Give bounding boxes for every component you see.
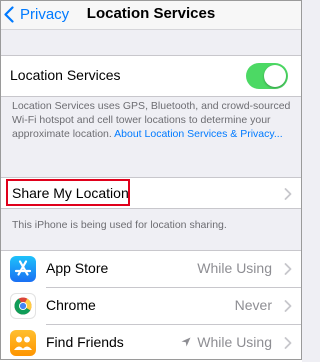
chevron-right-icon — [284, 263, 292, 275]
navigation-bar: Privacy Location Services — [0, 0, 302, 30]
toggle-knob — [264, 65, 286, 87]
app-location-status-text: While Using — [197, 334, 272, 350]
location-services-toggle[interactable] — [246, 63, 288, 89]
page-title: Location Services — [86, 5, 216, 22]
list-item[interactable]: Find Friends While Using — [0, 325, 302, 361]
about-location-services-link[interactable]: About Location Services & Privacy... — [114, 128, 282, 140]
list-item[interactable]: App Store While Using — [0, 251, 302, 287]
chevron-right-icon — [284, 337, 292, 349]
list-item[interactable]: Chrome Never — [0, 288, 302, 324]
app-name: Chrome — [46, 297, 96, 313]
app-location-status: Never — [234, 297, 272, 313]
location-services-group: Location Services — [0, 55, 302, 97]
find-friends-icon — [10, 330, 36, 356]
location-arrow-icon — [181, 337, 191, 347]
chevron-right-icon — [284, 300, 292, 312]
chrome-icon — [10, 293, 36, 319]
share-my-location-footer: This iPhone is being used for location s… — [12, 219, 227, 231]
highlight-box — [6, 179, 130, 206]
app-location-status: While Using — [197, 260, 272, 276]
app-name: Find Friends — [46, 334, 124, 350]
location-services-label: Location Services — [10, 67, 121, 83]
app-store-icon — [10, 256, 36, 282]
apps-list: App Store While Using Chrome Never Find … — [0, 250, 302, 362]
app-name: App Store — [46, 260, 109, 276]
chevron-right-icon — [284, 188, 292, 200]
location-services-footer: Location Services uses GPS, Bluetooth, a… — [12, 99, 294, 141]
app-location-status: While Using — [181, 334, 272, 350]
